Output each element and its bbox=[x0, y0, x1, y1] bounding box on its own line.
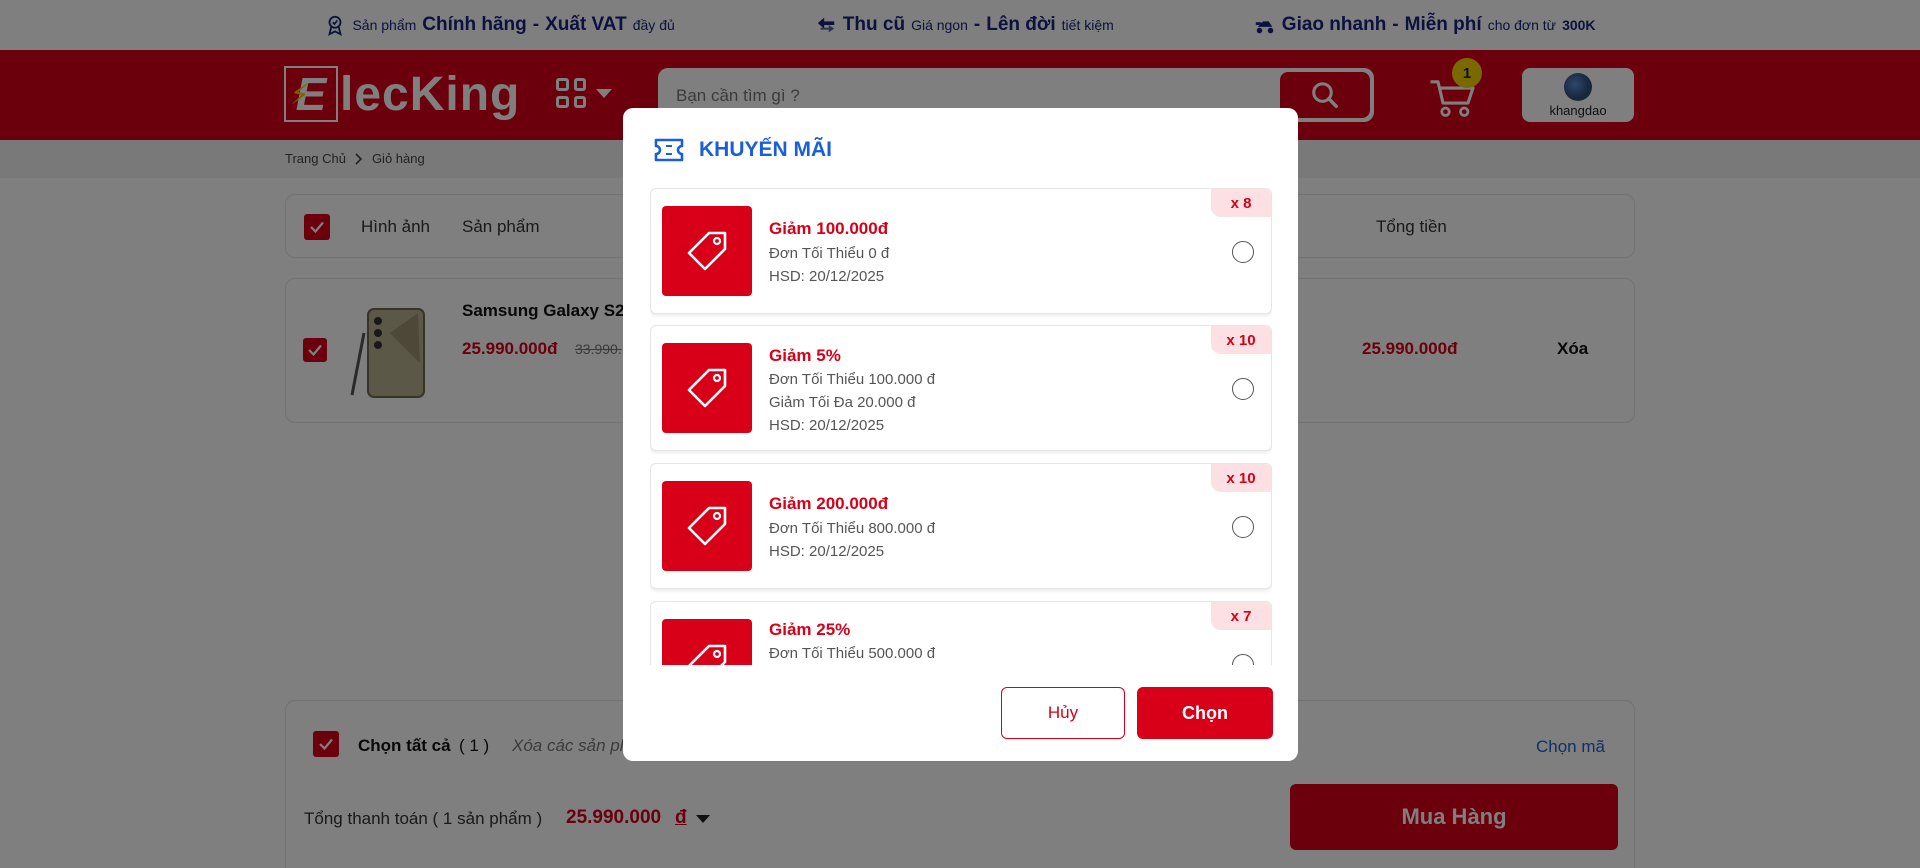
voucher-quantity: x 7 bbox=[1211, 602, 1271, 630]
confirm-voucher-button[interactable]: Chọn bbox=[1137, 687, 1273, 739]
modal-title: KHUYẾN MÃI bbox=[699, 138, 833, 161]
voucher-title: Giảm 25% bbox=[769, 620, 851, 639]
voucher-card[interactable]: Giảm 25% Đơn Tối Thiểu 500.000 đ x 7 bbox=[650, 601, 1272, 665]
voucher-quantity: x 10 bbox=[1211, 326, 1271, 354]
voucher-title: Giảm 200.000đ bbox=[769, 494, 889, 513]
voucher-min-order: Đơn Tối Thiểu 0 đ bbox=[769, 245, 890, 262]
voucher-quantity: x 10 bbox=[1211, 464, 1271, 492]
voucher-title: Giảm 100.000đ bbox=[769, 219, 889, 238]
voucher-min-order: Đơn Tối Thiểu 800.000 đ bbox=[769, 520, 936, 537]
cancel-button[interactable]: Hủy bbox=[1001, 687, 1125, 739]
voucher-quantity: x 8 bbox=[1211, 189, 1271, 217]
voucher-expiry: HSD: 20/12/2025 bbox=[769, 268, 885, 285]
voucher-radio[interactable] bbox=[1232, 241, 1254, 263]
tag-icon bbox=[662, 343, 752, 433]
voucher-card[interactable]: Giảm 200.000đ Đơn Tối Thiểu 800.000 đ HS… bbox=[650, 463, 1272, 589]
voucher-radio[interactable] bbox=[1232, 378, 1254, 400]
voucher-max-discount: Giảm Tối Đa 20.000 đ bbox=[769, 394, 916, 411]
tag-icon bbox=[662, 619, 752, 665]
voucher-expiry: HSD: 20/12/2025 bbox=[769, 543, 885, 560]
voucher-list[interactable]: Giảm 100.000đ Đơn Tối Thiểu 0 đ HSD: 20/… bbox=[650, 188, 1272, 761]
tag-icon bbox=[662, 481, 752, 571]
voucher-title: Giảm 5% bbox=[769, 346, 841, 365]
promotion-modal: KHUYẾN MÃI Giảm 100.000đ Đơn Tối Thiểu 0… bbox=[623, 108, 1298, 761]
voucher-card[interactable]: Giảm 100.000đ Đơn Tối Thiểu 0 đ HSD: 20/… bbox=[650, 188, 1272, 314]
tag-icon bbox=[662, 206, 752, 296]
modal-header: KHUYẾN MÃI bbox=[653, 136, 832, 164]
voucher-card[interactable]: Giảm 5% Đơn Tối Thiểu 100.000 đ Giảm Tối… bbox=[650, 325, 1272, 451]
voucher-min-order: Đơn Tối Thiểu 100.000 đ bbox=[769, 371, 936, 388]
voucher-min-order: Đơn Tối Thiểu 500.000 đ bbox=[769, 645, 936, 662]
voucher-radio[interactable] bbox=[1232, 654, 1254, 665]
ticket-icon bbox=[654, 138, 684, 162]
voucher-expiry: HSD: 20/12/2025 bbox=[769, 417, 885, 434]
voucher-radio[interactable] bbox=[1232, 516, 1254, 538]
